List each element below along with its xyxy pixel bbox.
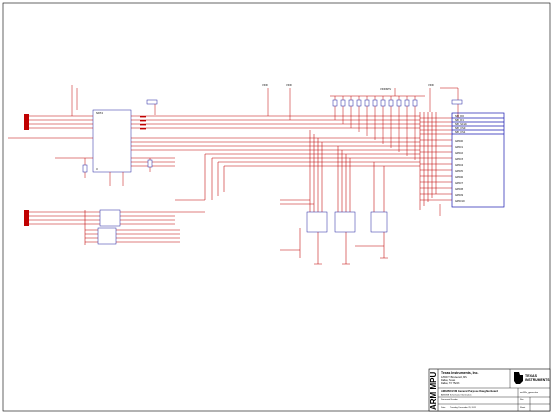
svg-text:U: U [96, 167, 98, 171]
project-title: AM3358 EVM General Purpose Daughterboard [441, 389, 498, 393]
pullup-resistor [147, 159, 153, 168]
svg-text:GPIO9: GPIO9 [455, 193, 463, 197]
svg-text:SPI_CS1: SPI_CS1 [455, 130, 466, 134]
svg-text:VDD: VDD [286, 83, 292, 87]
svg-text:GPIO4: GPIO4 [455, 163, 463, 167]
svg-text:GPIO8: GPIO8 [455, 187, 463, 191]
rev-label: Rev [520, 399, 524, 401]
svg-text:GPIO3: GPIO3 [455, 157, 463, 161]
logo-text: INSTRUMENTS [525, 378, 550, 382]
svg-text:GPIO7: GPIO7 [455, 181, 463, 185]
date-value: Tuesday, December 29, 2011 [450, 407, 477, 409]
left-ic-block-lower [24, 209, 180, 245]
schematic-sheet: SN74 U VDDSHV VDD VDD VDD SPI_D0SPI_D1 S… [2, 2, 551, 412]
filename: am335x_gpevm.dsn [520, 392, 538, 394]
resistor-pack [99, 209, 121, 227]
svg-text:VDD: VDD [262, 83, 268, 87]
doc-label: Document Number [441, 398, 458, 401]
svg-text:GPIO10: GPIO10 [455, 199, 465, 203]
mpu-connector: SPI_D0SPI_D1 SPI_SCLKSPI_CS0 SPI_CS1 GPIO… [439, 112, 505, 216]
date-label: Date: [441, 406, 446, 409]
sheet-label: Sheet [520, 406, 526, 409]
svg-text:VDDSHV: VDDSHV [380, 87, 391, 91]
title-block: ARM MPU Texas Instruments, Inc. 12500 TI… [428, 368, 551, 412]
svg-text:GPIO1: GPIO1 [455, 145, 463, 149]
decoupling-cap [146, 99, 158, 105]
address-line: Dallas, TX 75243 [441, 382, 460, 385]
ic-left-upper [92, 109, 132, 173]
resistor-pack [97, 227, 117, 245]
svg-text:SPI_D1: SPI_D1 [455, 118, 464, 122]
svg-text:GPIO0: GPIO0 [455, 139, 463, 143]
svg-text:SN74: SN74 [96, 111, 103, 115]
svg-text:SPI_SCLK: SPI_SCLK [455, 122, 467, 126]
svg-text:GPIO2: GPIO2 [455, 151, 463, 155]
left-ic-block: SN74 U [8, 85, 175, 186]
sheet-title: ARM MPU [429, 372, 438, 410]
project-subtitle: AM3358 Schematic Information [441, 394, 472, 397]
company-name: Texas Instruments, Inc. [441, 371, 478, 375]
svg-text:VDD: VDD [428, 83, 434, 87]
pullup-resistor [82, 164, 88, 173]
bus-nets [165, 112, 452, 213]
svg-text:SPI_D0: SPI_D0 [455, 114, 464, 118]
svg-text:GPIO5: GPIO5 [455, 169, 463, 173]
svg-text:SPI_CS0: SPI_CS0 [455, 126, 466, 130]
svg-text:GPIO6: GPIO6 [455, 175, 463, 179]
